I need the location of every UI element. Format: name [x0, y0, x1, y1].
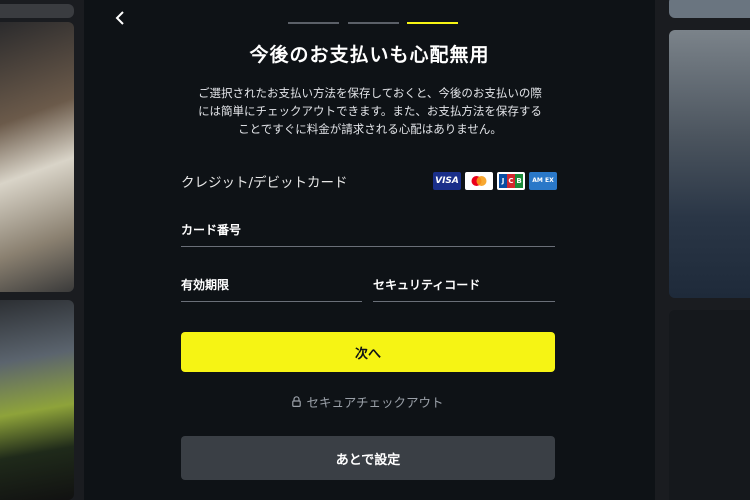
background-right-artwork: [655, 0, 750, 500]
progress-step-1: [288, 22, 339, 24]
jcb-icon: J C B: [497, 172, 525, 190]
payment-method-label: クレジット/デビットカード: [181, 175, 348, 191]
chevron-left-icon: [115, 11, 124, 25]
field-underline: [373, 301, 555, 302]
background-left-artwork: [0, 0, 84, 500]
progress-step-2: [348, 22, 399, 24]
field-underline: [181, 301, 362, 302]
secure-checkout-text: セキュアチェックアウト: [306, 395, 444, 410]
next-button[interactable]: 次へ: [181, 332, 555, 372]
secure-checkout-note: セキュアチェックアウト: [181, 392, 555, 411]
lock-icon: [292, 396, 302, 407]
set-later-button[interactable]: あとで設定: [181, 436, 555, 480]
security-code-field[interactable]: セキュリティコード: [373, 276, 555, 302]
card-brand-logos: VISA J C B AM EX: [433, 172, 557, 190]
payment-modal: [84, 0, 655, 500]
amex-icon: AM EX: [529, 172, 557, 190]
mastercard-icon: [465, 172, 493, 190]
progress-step-3: [407, 22, 458, 24]
description-text: ご選択されたお支払い方法を保存しておくと、今後のお支払いの際 には簡単にチェック…: [170, 84, 570, 138]
back-button[interactable]: [108, 4, 132, 32]
description-line: には簡単にチェックアウトできます。また、お支払方法を保存する: [198, 104, 542, 118]
description-line: ご選択されたお支払い方法を保存しておくと、今後のお支払いの際: [198, 86, 542, 100]
page-title: 今後のお支払いも心配無用: [249, 44, 490, 66]
card-number-label: カード番号: [181, 223, 242, 237]
expiry-field[interactable]: 有効期限: [181, 276, 362, 302]
expiry-label: 有効期限: [181, 278, 230, 292]
security-code-label: セキュリティコード: [373, 278, 481, 292]
visa-icon: VISA: [433, 172, 461, 190]
description-line: ことですぐに料金が請求される心配はありません。: [238, 122, 502, 136]
card-number-field[interactable]: カード番号: [181, 221, 555, 247]
field-underline: [181, 246, 555, 247]
